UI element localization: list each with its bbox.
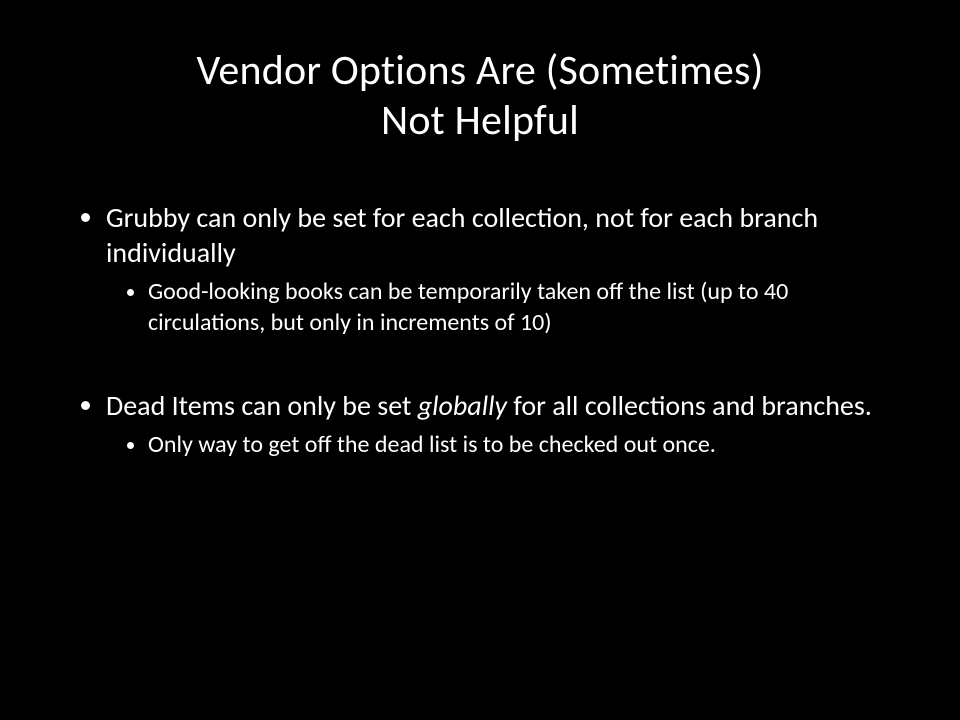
bullet-1-text: Grubby can only be set for each collecti… xyxy=(106,200,818,270)
title-line-2: Not Helpful xyxy=(381,95,579,146)
spacer xyxy=(106,346,900,380)
slide-body: Grubby can only be set for each collecti… xyxy=(78,200,900,469)
bullet-2-em: globally xyxy=(418,388,507,423)
bullet-1-sublist: Good-looking books can be temporarily ta… xyxy=(106,276,900,338)
title-line-1: Vendor Options Are (Sometimes) xyxy=(196,45,763,96)
bullet-list: Grubby can only be set for each collecti… xyxy=(78,200,900,461)
bullet-2: Dead Items can only be set globally for … xyxy=(106,388,900,460)
slide-title: Vendor Options Are (Sometimes) Not Helpf… xyxy=(0,46,960,145)
bullet-2-sub-1: Only way to get off the dead list is to … xyxy=(148,429,900,460)
bullet-1: Grubby can only be set for each collecti… xyxy=(106,200,900,338)
slide: Vendor Options Are (Sometimes) Not Helpf… xyxy=(0,0,960,720)
bullet-2-text-post: for all collections and branches. xyxy=(507,388,872,423)
bullet-2-text-pre: Dead Items can only be set xyxy=(106,388,418,423)
bullet-1-sub-1: Good-looking books can be temporarily ta… xyxy=(148,276,900,338)
bullet-2-sublist: Only way to get off the dead list is to … xyxy=(106,429,900,460)
